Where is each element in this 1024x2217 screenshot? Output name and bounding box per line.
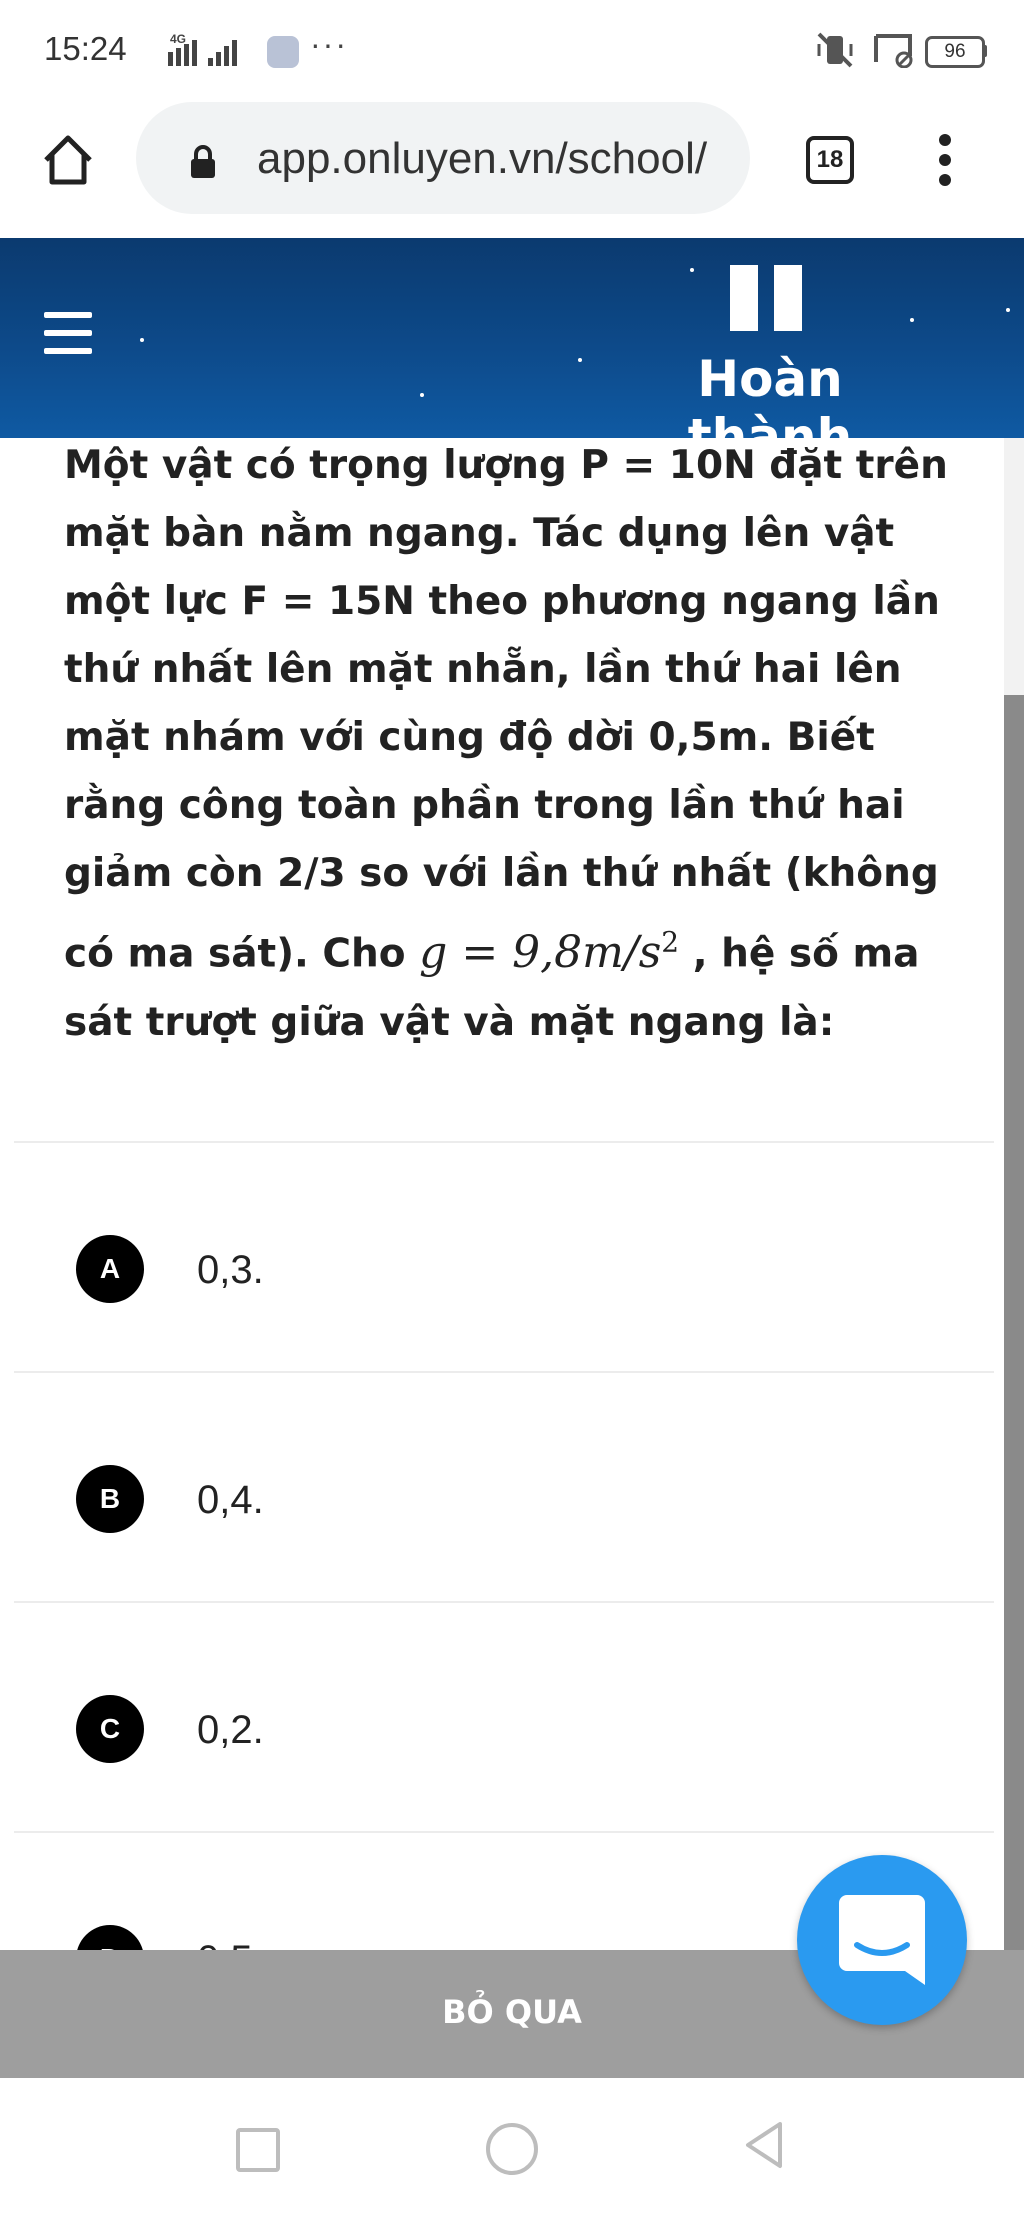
option-a[interactable]: A 0,3. [14, 1143, 994, 1371]
scrollbar-thumb[interactable] [1004, 695, 1024, 1950]
math-formula: g = 9,8m/s2 [419, 925, 680, 978]
menu-icon[interactable] [44, 312, 92, 358]
pause-icon[interactable] [730, 265, 804, 331]
option-text: 0,4. [197, 1478, 264, 1522]
option-b[interactable]: B 0,4. [14, 1373, 994, 1601]
option-letter-badge: A [76, 1235, 144, 1303]
question-text: Một vật có trọng lượng P = 10N đặt trên … [64, 432, 964, 1057]
chat-button[interactable] [797, 1855, 967, 2025]
url-text[interactable]: app.onluyen.vn/school/ [257, 134, 727, 184]
chat-bubble-icon [839, 1895, 925, 1985]
cast-off-icon [874, 34, 913, 68]
battery-icon: 96 [925, 36, 985, 68]
option-text: 0,3. [197, 1248, 264, 1292]
more-vert-icon[interactable] [935, 132, 955, 188]
tab-switcher-button[interactable]: 18 [806, 136, 854, 184]
option-text: 0,2. [197, 1708, 264, 1752]
vibrate-off-icon [817, 32, 853, 68]
battery-tip [982, 45, 987, 57]
more-notifications-icon: ··· [310, 26, 348, 62]
app-notification-icon [267, 36, 299, 68]
lock-icon [191, 145, 215, 178]
option-text: 0,5. [197, 1938, 264, 1950]
home-icon[interactable] [40, 132, 96, 188]
option-c[interactable]: C 0,2. [14, 1603, 994, 1831]
status-time: 15:24 [44, 30, 127, 67]
recent-apps-icon[interactable] [236, 2128, 280, 2172]
option-letter-badge: D [76, 1925, 144, 1950]
status-bar [0, 0, 1024, 100]
option-letter-badge: B [76, 1465, 144, 1533]
option-letter-badge: C [76, 1695, 144, 1763]
back-triangle-icon[interactable] [744, 2120, 784, 2170]
home-circle-icon[interactable] [486, 2123, 538, 2175]
signal-icon: 4G [168, 28, 254, 68]
question-text-part1: Một vật có trọng lượng P = 10N đặt trên … [64, 443, 948, 977]
